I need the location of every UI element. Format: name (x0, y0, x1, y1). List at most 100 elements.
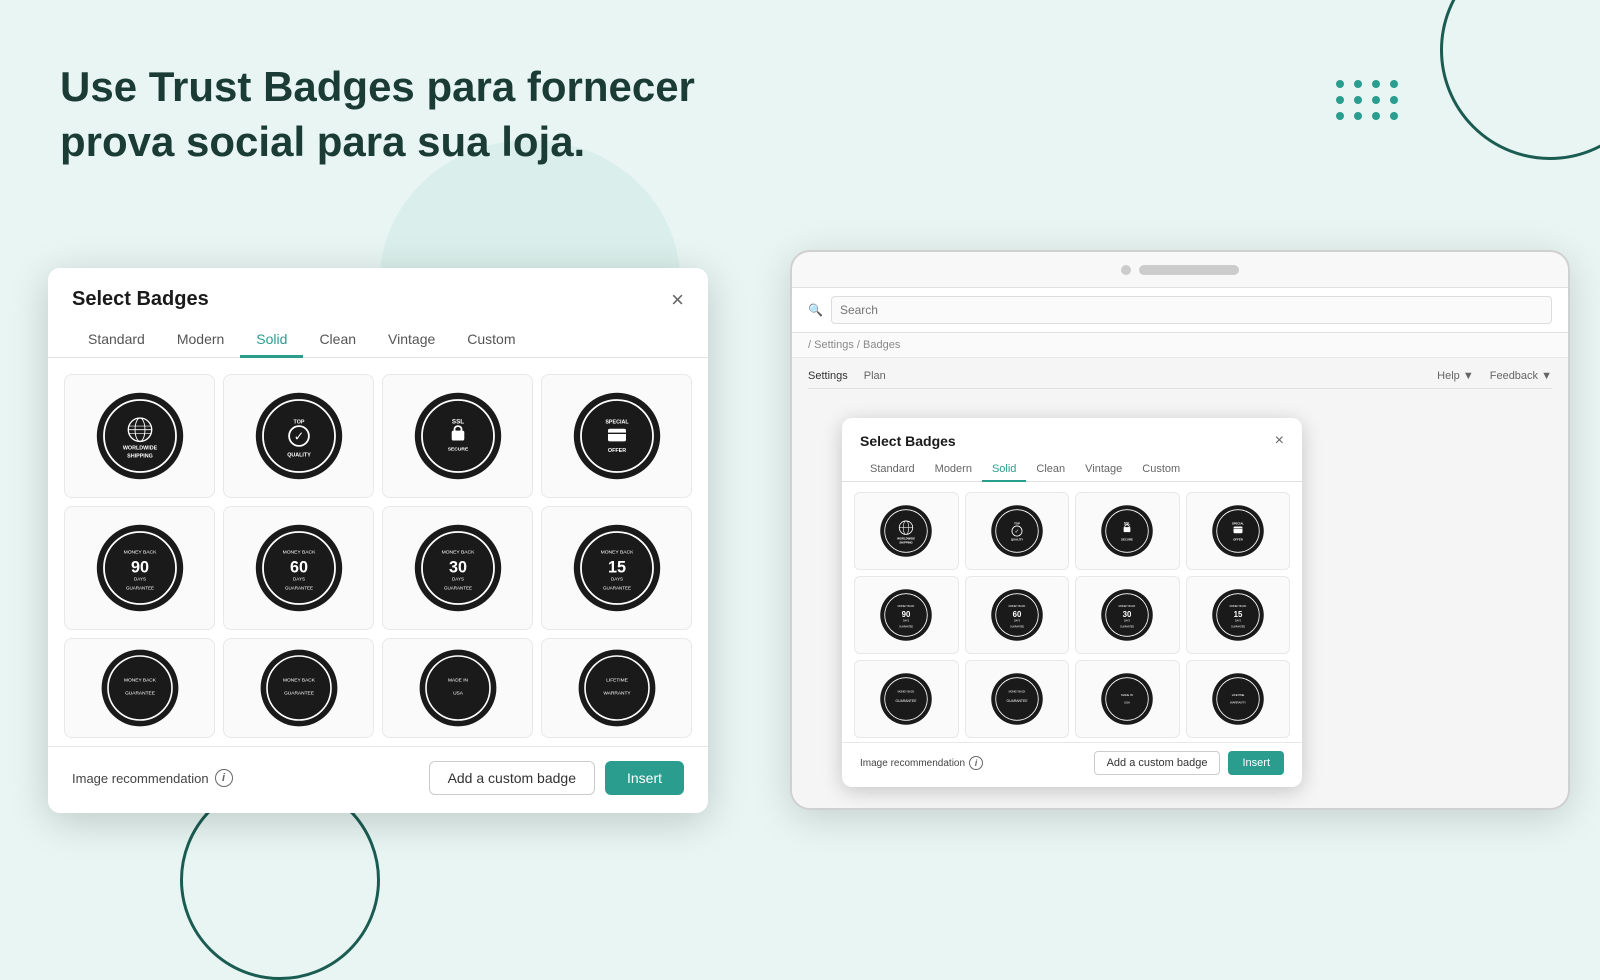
badge-item-mb90-small[interactable]: MONEY BACK 90 DAYS GUARANTEE (854, 576, 959, 654)
svg-text:SPECIAL: SPECIAL (1232, 521, 1244, 525)
badge-item-mb-a[interactable]: MONEY BACK GUARANTEE (64, 638, 215, 738)
badge-item-mb90[interactable]: MONEY BACK 90 DAYS GUARANTEE (64, 506, 215, 630)
tab-solid[interactable]: Solid (240, 323, 303, 358)
dialog-tabs: Standard Modern Solid Clean Vintage Cust… (48, 311, 708, 358)
tab-standard[interactable]: Standard (72, 323, 161, 358)
svg-text:LIFETIME: LIFETIME (606, 678, 628, 684)
tablet-content: 🔍 / Settings / Badges Settings Plan Help… (792, 288, 1568, 808)
svg-text:MADE IN: MADE IN (448, 678, 469, 684)
tablet-help[interactable]: Help ▼ (1437, 370, 1474, 382)
tab-small-standard[interactable]: Standard (860, 458, 925, 482)
svg-text:GUARANTEE: GUARANTEE (899, 625, 913, 628)
badge-item-special[interactable]: SPECIAL OFFER (541, 374, 692, 498)
svg-text:QUALITY: QUALITY (1011, 538, 1023, 542)
tab-vintage[interactable]: Vintage (372, 323, 451, 358)
dialog-close-button[interactable]: × (671, 289, 684, 311)
badge-item-quality-small[interactable]: TOP ✓ QUALITY (965, 492, 1070, 570)
svg-text:90: 90 (130, 559, 148, 577)
badge-item-mb30-small[interactable]: MONEY BACK 30 DAYS GUARANTEE (1075, 576, 1180, 654)
svg-text:QUALITY: QUALITY (287, 453, 311, 459)
svg-text:SECURE: SECURE (447, 446, 468, 452)
page-title: Use Trust Badges para fornecer prova soc… (60, 60, 720, 169)
svg-text:TOP: TOP (293, 419, 304, 425)
badge-item-mb15-small[interactable]: MONEY BACK 15 DAYS GUARANTEE (1186, 576, 1291, 654)
svg-text:SPECIAL: SPECIAL (605, 419, 629, 425)
svg-text:WORLDWIDE: WORLDWIDE (122, 446, 157, 452)
tab-clean[interactable]: Clean (303, 323, 372, 358)
add-custom-badge-button-small[interactable]: Add a custom badge (1094, 751, 1221, 775)
svg-text:DAYS: DAYS (134, 577, 146, 582)
tablet-tab-settings[interactable]: Settings (808, 370, 848, 382)
badge-item-mb-b-small[interactable]: MONEY BACK GUARANTEE (965, 660, 1070, 738)
footer-buttons: Add a custom badge Insert (429, 761, 684, 795)
dialog-title: Select Badges (72, 288, 209, 311)
dialog-small-title: Select Badges (860, 433, 956, 449)
tab-small-solid[interactable]: Solid (982, 458, 1026, 482)
tablet-feedback[interactable]: Feedback ▼ (1490, 370, 1552, 382)
svg-text:SHIPPING: SHIPPING (127, 454, 153, 460)
svg-text:SSL: SSL (451, 418, 463, 425)
svg-text:✓: ✓ (1014, 529, 1019, 535)
tablet-circle (1121, 265, 1131, 275)
badge-item-worldwide-small[interactable]: WORLDWIDE SHIPPING (854, 492, 959, 570)
dots-grid (1336, 80, 1400, 120)
tab-custom[interactable]: Custom (451, 323, 531, 358)
badge-item-lifetime[interactable]: LIFETIME WARRANTY (541, 638, 692, 738)
tablet-nav-tabs: Settings Plan Help ▼ Feedback ▼ (808, 370, 1552, 389)
svg-text:MONEY BACK: MONEY BACK (123, 550, 157, 556)
badge-item-mb-b[interactable]: MONEY BACK GUARANTEE (223, 638, 374, 738)
svg-text:MONEY BACK: MONEY BACK (1008, 605, 1025, 608)
tab-modern[interactable]: Modern (161, 323, 240, 358)
svg-text:GUARANTEE: GUARANTEE (284, 586, 312, 591)
tablet-search-input[interactable] (831, 296, 1552, 324)
svg-text:MONEY BACK: MONEY BACK (124, 678, 157, 684)
svg-text:GUARANTEE: GUARANTEE (1006, 699, 1028, 703)
tablet-tab-plan[interactable]: Plan (864, 370, 886, 382)
badge-item-ssl[interactable]: SSL SECURE (382, 374, 533, 498)
svg-text:LIFETIME: LIFETIME (1231, 693, 1244, 697)
tab-small-clean[interactable]: Clean (1026, 458, 1075, 482)
svg-text:DAYS: DAYS (903, 620, 909, 623)
svg-text:USA: USA (453, 690, 464, 696)
svg-text:90: 90 (902, 610, 911, 619)
badge-item-madein-small[interactable]: MADE IN USA (1075, 660, 1180, 738)
svg-text:MONEY BACK: MONEY BACK (898, 605, 915, 608)
svg-text:GUARANTEE: GUARANTEE (896, 699, 918, 703)
badge-item-lifetime-small[interactable]: LIFETIME WARRANTY (1186, 660, 1291, 738)
badge-item-mb60[interactable]: MONEY BACK 60 DAYS GUARANTEE (223, 506, 374, 630)
svg-text:DAYS: DAYS (1235, 620, 1241, 623)
dialog-small: Select Badges × Standard Modern Solid Cl… (842, 418, 1302, 787)
tab-small-custom[interactable]: Custom (1132, 458, 1190, 482)
badge-item-mb-a-small[interactable]: MONEY BACK GUARANTEE (854, 660, 959, 738)
badge-item-quality[interactable]: TOP ✓ QUALITY (223, 374, 374, 498)
info-icon-small: i (969, 756, 983, 770)
dialog-small-close-button[interactable]: × (1275, 432, 1284, 450)
tablet-breadcrumb: / Settings / Badges (792, 333, 1568, 358)
badge-item-special-small[interactable]: SPECIAL OFFER (1186, 492, 1291, 570)
svg-text:GUARANTEE: GUARANTEE (443, 586, 471, 591)
svg-text:GUARANTEE: GUARANTEE (1010, 625, 1024, 628)
badge-item-mb60-small[interactable]: MONEY BACK 60 DAYS GUARANTEE (965, 576, 1070, 654)
svg-text:MONEY BACK: MONEY BACK (282, 550, 316, 556)
insert-button-small[interactable]: Insert (1228, 751, 1284, 775)
badge-item-madein[interactable]: MADE IN USA (382, 638, 533, 738)
tablet-top-bar (792, 252, 1568, 288)
add-custom-badge-button[interactable]: Add a custom badge (429, 761, 595, 795)
svg-text:MADE IN: MADE IN (1121, 693, 1133, 697)
badge-item-mb30[interactable]: MONEY BACK 30 DAYS GUARANTEE (382, 506, 533, 630)
image-recommendation: Image recommendation i (72, 769, 233, 787)
insert-button[interactable]: Insert (605, 761, 684, 795)
svg-text:MONEY BACK: MONEY BACK (600, 550, 634, 556)
badge-item-worldwide[interactable]: WORLDWIDE SHIPPING (64, 374, 215, 498)
badges-grid-small-row2: MONEY BACK 90 DAYS GUARANTEE MONEY BACK (842, 576, 1302, 660)
badge-item-mb15[interactable]: MONEY BACK 15 DAYS GUARANTEE (541, 506, 692, 630)
svg-text:DAYS: DAYS (1014, 620, 1020, 623)
svg-text:GUARANTEE: GUARANTEE (125, 690, 155, 696)
info-icon: i (215, 769, 233, 787)
svg-text:SECURE: SECURE (1121, 538, 1133, 542)
tablet-frame: 🔍 / Settings / Badges Settings Plan Help… (790, 250, 1570, 810)
tab-small-modern[interactable]: Modern (925, 458, 982, 482)
badge-item-ssl-small[interactable]: SSL SECURE (1075, 492, 1180, 570)
svg-text:GUARANTEE: GUARANTEE (284, 690, 314, 696)
tab-small-vintage[interactable]: Vintage (1075, 458, 1132, 482)
